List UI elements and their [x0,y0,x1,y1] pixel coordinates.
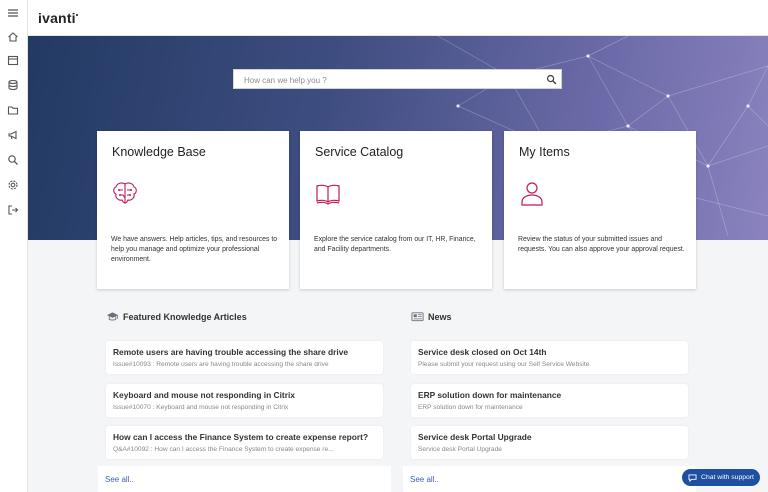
chat-support-button[interactable]: Chat with support [682,469,760,486]
news-section-heading: News [411,311,452,322]
news-see-all-link[interactable]: See all.. [410,475,439,484]
news-subtitle: Service desk Portal Upgrade [418,446,502,453]
article-title: Keyboard and mouse not responding in Cit… [113,390,295,400]
brand-logo[interactable]: ivanti• [38,10,78,26]
knowledge-article-item[interactable]: Keyboard and mouse not responding in Cit… [106,384,383,417]
search-bar [233,69,562,90]
brand-logo-text: ivanti [38,10,76,26]
article-title: How can I access the Finance System to c… [113,432,369,442]
news-subtitle: Please submit your request using our Sel… [418,361,592,368]
article-title: Remote users are having trouble accessin… [113,347,349,357]
menu-icon[interactable] [6,6,20,20]
news-footer: See all.. [403,466,696,492]
database-icon[interactable] [6,78,20,92]
service-catalog-card[interactable]: Service Catalog Explore the service cata… [300,131,492,289]
news-item[interactable]: Service desk Portal Upgrade Service desk… [411,426,688,459]
card-title: Knowledge Base [112,145,206,159]
user-icon [521,182,543,206]
section-title: News [428,311,452,322]
book-icon [316,184,340,205]
search-button-icon[interactable] [546,74,557,85]
sidebar [0,0,28,492]
graduation-cap-icon [106,312,119,321]
article-subtitle: Q&A#10092 : How can I access the Finance… [113,446,334,453]
knowledge-footer: See all.. [98,466,391,492]
my-items-card[interactable]: My Items Review the status of your submi… [504,131,696,289]
calendar-icon[interactable] [6,53,20,67]
logout-icon[interactable] [6,203,20,217]
card-description: Review the status of your submitted issu… [518,236,685,253]
news-title: Service desk Portal Upgrade [418,432,532,442]
knowledge-article-item[interactable]: How can I access the Finance System to c… [106,426,383,459]
chat-bubble-icon [688,473,697,482]
news-title: ERP solution down for maintenance [418,390,562,400]
newspaper-icon [411,312,424,322]
knowledge-section-heading: Featured Knowledge Articles [106,311,247,322]
card-description: Explore the service catalog from our IT,… [314,236,476,253]
search-input[interactable] [234,71,534,90]
search-icon[interactable] [6,153,20,167]
home-icon[interactable] [6,30,20,44]
section-title: Featured Knowledge Articles [123,311,247,322]
card-description: We have answers. Help articles, tips, an… [111,236,278,263]
article-subtitle: Issue#10070 : Keyboard and mouse not res… [113,404,289,411]
knowledge-article-item[interactable]: Remote users are having trouble accessin… [106,341,383,374]
news-item[interactable]: ERP solution down for maintenance ERP so… [411,384,688,417]
card-title: My Items [519,145,570,159]
knowledge-see-all-link[interactable]: See all.. [105,475,134,484]
chat-support-label: Chat with support [701,474,754,481]
article-subtitle: Issue#10093 : Remote users are having tr… [113,361,329,368]
brain-icon [113,182,137,204]
top-bar: ivanti• [28,0,768,36]
megaphone-icon[interactable] [6,128,20,142]
news-subtitle: ERP solution down for maintenance [418,404,523,411]
news-item[interactable]: Service desk closed on Oct 14th Please s… [411,341,688,374]
folder-icon[interactable] [6,103,20,117]
knowledge-base-card[interactable]: Knowledge Base We have answers. Help art… [97,131,289,289]
news-title: Service desk closed on Oct 14th [418,347,547,357]
settings-icon[interactable] [6,178,20,192]
card-title: Service Catalog [315,145,404,159]
